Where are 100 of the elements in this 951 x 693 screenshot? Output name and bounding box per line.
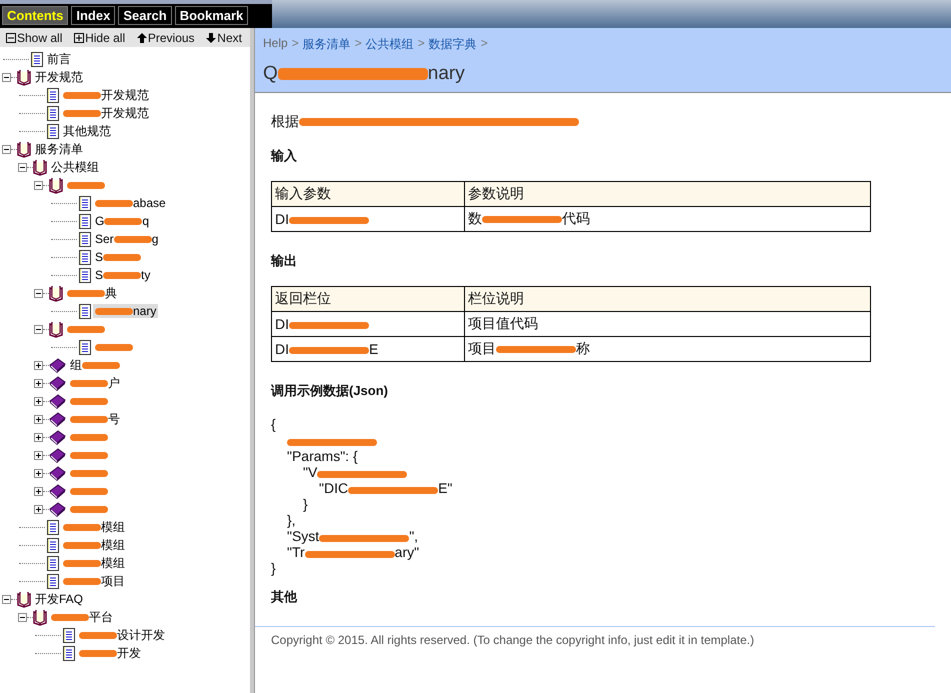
toolbar-button[interactable]: Hide all: [74, 30, 126, 45]
tree-item[interactable]: 模组: [61, 554, 127, 572]
collapse-icon[interactable]: [34, 288, 43, 298]
expand-icon[interactable]: [34, 450, 43, 460]
breadcrumb-separator: >: [292, 36, 299, 52]
tree-item[interactable]: nary: [93, 304, 158, 318]
page-icon: [31, 52, 43, 66]
tree-item[interactable]: 开发: [77, 644, 143, 662]
tree-item[interactable]: [68, 506, 110, 512]
tree-item[interactable]: 模组: [61, 536, 127, 554]
breadcrumb-link[interactable]: 服务清单: [302, 36, 351, 53]
tree-item[interactable]: 号: [68, 410, 122, 428]
tree-item[interactable]: Ser g: [93, 232, 160, 246]
book-icon: [49, 482, 66, 500]
tree-item[interactable]: 开发规范: [61, 86, 151, 104]
tree-item[interactable]: [93, 344, 135, 350]
page-icon: [47, 88, 59, 102]
toolbar-button[interactable]: Next: [206, 30, 242, 45]
tree-item[interactable]: [68, 470, 110, 476]
open-book-icon: [49, 320, 63, 338]
tree-item[interactable]: abase: [93, 196, 168, 210]
page-icon: [79, 340, 91, 354]
tree-item[interactable]: 组: [68, 356, 122, 374]
tree-item[interactable]: 公共模组: [49, 158, 101, 176]
collapse-icon[interactable]: [2, 594, 11, 604]
tab[interactable]: Index: [71, 6, 116, 25]
expand-icon[interactable]: [34, 360, 43, 370]
section-heading: 其他: [271, 588, 298, 606]
tree-item[interactable]: 开发规范: [61, 104, 151, 122]
book-icon: [49, 392, 66, 410]
section-heading: 输出: [271, 252, 298, 270]
tree-item[interactable]: S ty: [93, 268, 152, 282]
code-line: "Syst ",: [287, 528, 418, 544]
collapse-icon[interactable]: [34, 180, 43, 190]
tree-item[interactable]: [68, 398, 110, 404]
copyright-text: Copyright © 2015. All rights reserved. (To change the copyright info, just edit it in template.): [271, 633, 756, 647]
tree-item[interactable]: 其他规范: [61, 122, 113, 140]
tree-item[interactable]: 典: [65, 284, 119, 302]
page-icon: [47, 520, 59, 534]
tree-item[interactable]: [68, 488, 110, 494]
collapse-icon: [6, 32, 16, 42]
tab[interactable]: Bookmark: [174, 6, 248, 25]
tree-item[interactable]: 户: [68, 374, 122, 392]
tree-item[interactable]: [65, 182, 107, 188]
tree-item[interactable]: 模组: [61, 518, 127, 536]
expand-icon[interactable]: [34, 378, 43, 388]
expand-icon[interactable]: [34, 504, 43, 514]
collapse-icon[interactable]: [2, 72, 11, 82]
tree-item[interactable]: [68, 452, 110, 458]
tree-item[interactable]: 前言: [45, 50, 73, 68]
breadcrumb-link[interactable]: 数据字典: [428, 36, 477, 53]
tree-item[interactable]: S: [93, 250, 144, 264]
page-icon: [47, 106, 59, 120]
section-heading: 调用示例数据(Json): [271, 382, 389, 400]
code-line: "V: [303, 464, 408, 480]
table-cell: 数 代码: [464, 206, 870, 232]
expand-icon[interactable]: [34, 414, 43, 424]
tree-item[interactable]: 项目: [61, 572, 127, 590]
toolbar-button[interactable]: Show all: [6, 30, 62, 45]
open-book-icon: [17, 68, 31, 86]
tree-item[interactable]: 设计开发: [77, 626, 167, 644]
breadcrumb-link[interactable]: 公共模组: [366, 36, 414, 53]
table-cell: DI: [272, 312, 464, 336]
collapse-icon[interactable]: [18, 162, 27, 172]
tree-item[interactable]: G q: [93, 214, 152, 228]
tree-item[interactable]: 开发规范: [33, 68, 85, 86]
book-icon: [49, 464, 66, 482]
collapse-icon[interactable]: [18, 612, 27, 622]
code-line: }: [271, 560, 276, 576]
tree-item[interactable]: 平台: [49, 608, 115, 626]
book-icon: [49, 446, 66, 464]
collapse-icon[interactable]: [2, 144, 11, 154]
expand-icon: [74, 32, 84, 42]
page-icon: [79, 214, 91, 228]
tab[interactable]: Search: [118, 6, 172, 25]
tree-item[interactable]: [68, 434, 110, 440]
toolbar-button[interactable]: Previous: [136, 30, 195, 45]
section-heading: 输入: [271, 147, 298, 165]
tree-item[interactable]: 服务清单: [33, 140, 85, 158]
expand-icon[interactable]: [34, 486, 43, 496]
expand-icon[interactable]: [34, 432, 43, 442]
description-text: 根据: [271, 113, 935, 131]
table-cell: 项目 称: [464, 336, 870, 362]
breadcrumb-link[interactable]: Help: [263, 36, 288, 53]
tree-item[interactable]: [65, 326, 107, 332]
page-icon: [47, 124, 59, 138]
expand-icon[interactable]: [34, 396, 43, 406]
breadcrumb-separator: >: [480, 36, 488, 52]
page-icon: [79, 196, 91, 210]
open-book-icon: [49, 284, 63, 302]
column-header: 参数说明: [464, 182, 870, 206]
tab[interactable]: Contents: [2, 6, 68, 25]
page-title: Q nary: [263, 63, 466, 85]
tree-item[interactable]: 开发FAQ: [33, 590, 86, 608]
code-line: "DIC E": [319, 480, 452, 496]
open-book-icon: [49, 176, 63, 194]
collapse-icon[interactable]: [34, 324, 43, 334]
column-header: 返回栏位: [272, 286, 464, 312]
open-book-icon: [33, 158, 47, 176]
expand-icon[interactable]: [34, 468, 43, 478]
